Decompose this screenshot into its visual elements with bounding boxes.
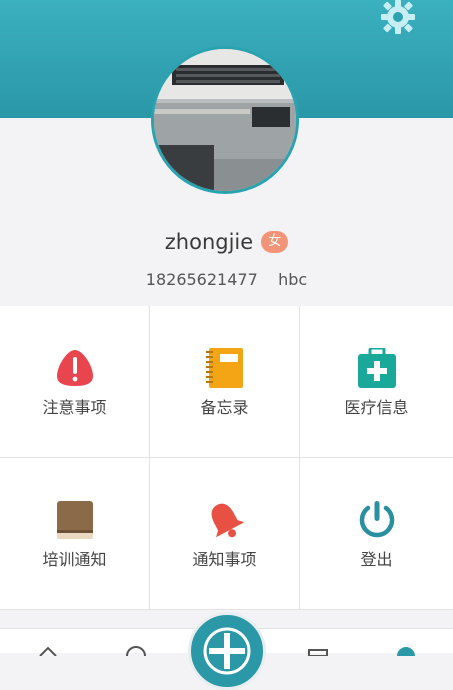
menu-item-label: 备忘录 [200,398,249,417]
book-icon [56,501,93,539]
menu-item-notes[interactable]: 注意事项 [0,306,150,458]
menu-item-memo[interactable]: 备忘录 [150,306,300,458]
menu-item-label: 通知事项 [192,550,257,569]
notebook-icon [205,348,243,388]
menu-item-label: 登出 [360,550,393,569]
menu-item-label: 培训通知 [42,550,107,569]
nav-search-icon[interactable] [124,640,148,656]
power-icon [359,501,394,538]
username: zhongjie [164,230,254,254]
gear-icon[interactable] [378,0,418,36]
medical-kit-icon [357,348,396,388]
warning-icon [56,350,93,386]
phone-number: 18265621477 [145,270,258,289]
menu-grid: 注意事项 备忘录 医疗信息 培训通知 通知事项 登出 [0,306,453,610]
nav-list-icon[interactable] [306,640,330,656]
menu-item-label: 医疗信息 [344,398,409,417]
nav-home-icon[interactable] [36,640,60,656]
bell-icon [211,503,244,538]
menu-item-medical[interactable]: 医疗信息 [300,306,453,458]
center-add-button[interactable] [188,612,266,690]
menu-item-label: 注意事项 [42,398,107,417]
plus-globe-icon [203,627,251,675]
user-subinfo: 18265621477 hbc [0,270,453,294]
avatar[interactable] [151,46,299,194]
organization: hbc [278,270,308,289]
menu-item-notice[interactable]: 通知事项 [150,458,300,610]
nav-profile-icon[interactable] [394,640,418,656]
gender-badge: 女 [261,231,289,253]
menu-item-training[interactable]: 培训通知 [0,458,150,610]
username-row: zhongjie 女 [0,226,453,258]
avatar-photo [154,49,296,191]
menu-item-logout[interactable]: 登出 [300,458,453,610]
